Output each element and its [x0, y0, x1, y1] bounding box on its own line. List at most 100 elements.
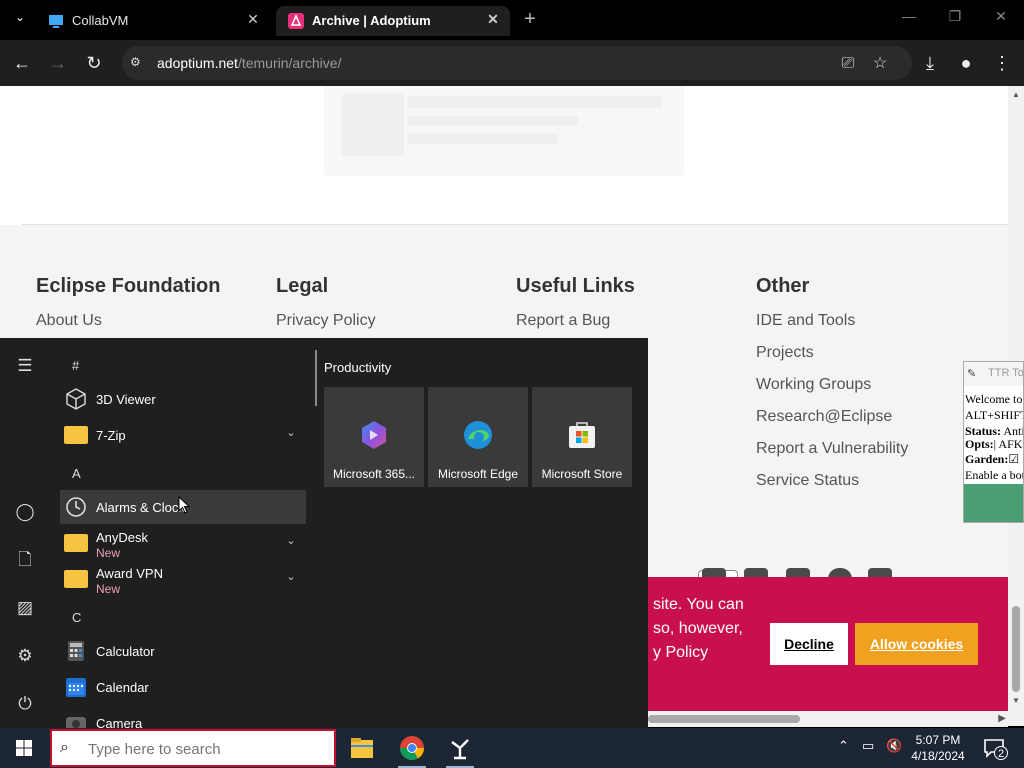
tile-microsoft-365[interactable]: Microsoft 365... [324, 387, 424, 487]
footer-link-report-vulnerability[interactable]: Report a Vulnerability [756, 438, 986, 470]
new-badge: New [96, 582, 121, 596]
allow-cookies-button[interactable]: Allow cookies [855, 623, 978, 665]
adoptium-favicon-icon [288, 13, 304, 29]
install-app-icon[interactable]: ⎚ [838, 54, 858, 74]
forward-arrow-icon[interactable]: → [46, 51, 70, 75]
cookie-consent-banner: site. You can so, however, y Policy Decl… [648, 577, 1008, 711]
search-input[interactable] [88, 738, 328, 760]
scroll-down-arrow-icon[interactable]: ▼ [1012, 696, 1020, 705]
horizontal-scrollbar[interactable]: ▶ [648, 711, 1008, 727]
tile-microsoft-store[interactable]: Microsoft Store [532, 387, 632, 487]
scrollbar-thumb[interactable] [1012, 606, 1020, 692]
settings-gear-icon[interactable]: ⚙ [13, 644, 37, 668]
notification-count-badge: 2 [994, 746, 1008, 760]
taskbar-search-box[interactable]: ⌕ [50, 729, 336, 767]
documents-icon[interactable]: 🗋 [13, 548, 37, 572]
ttr-title-bar[interactable]: ✎ TTR Too [964, 362, 1023, 386]
decline-cookies-button[interactable]: Decline [770, 623, 848, 665]
ttr-enable: Enable a bot [965, 468, 1024, 482]
folder-icon [64, 531, 88, 555]
tab-collabvm[interactable]: CollabVM ✕ [36, 6, 270, 36]
new-badge: New [96, 546, 121, 560]
notification-center-button[interactable]: 2 [982, 736, 1008, 760]
app-calculator[interactable]: Calculator [60, 634, 306, 668]
close-tab-icon[interactable]: ✕ [244, 11, 262, 29]
clock-date: 4/18/2024 [911, 749, 965, 763]
volume-muted-icon[interactable]: 🔇 [886, 738, 902, 754]
taskbar-file-explorer[interactable] [340, 732, 384, 768]
network-icon[interactable]: ▭ [862, 738, 874, 754]
close-tab-icon[interactable]: ✕ [484, 11, 502, 29]
url-text[interactable]: adoptium.net/temurin/archive/ [157, 55, 341, 71]
app-calendar[interactable]: Calendar [60, 670, 306, 704]
pictures-icon[interactable]: ▨ [13, 596, 37, 620]
app-3d-viewer[interactable]: 3D Viewer [60, 382, 306, 416]
ttr-green-bar[interactable] [964, 484, 1023, 522]
taskbar-clock[interactable]: 5:07 PM 4/18/2024 [906, 732, 970, 764]
footer-link-service-status[interactable]: Service Status [756, 470, 986, 502]
chevron-down-icon: ⌄ [286, 571, 296, 583]
collabvm-favicon-icon [49, 15, 63, 28]
ttr-opts: Opts:| AFK T [965, 437, 1023, 451]
close-window-icon[interactable]: ✕ [986, 8, 1016, 30]
power-icon[interactable]: ⏻ [13, 692, 37, 716]
tab-search-chevron-icon[interactable]: ⌄ [8, 10, 32, 30]
ttr-tool-icon [451, 739, 469, 760]
windows-start-button[interactable] [0, 728, 48, 768]
scrollbar-thumb[interactable] [648, 715, 800, 723]
app-anydesk[interactable]: AnyDesk New ⌄ [60, 526, 306, 560]
bookmark-star-icon[interactable]: ☆ [870, 54, 890, 74]
garden-checkbox[interactable]: ☑ [1008, 452, 1019, 466]
app-7-zip[interactable]: 7-Zip ⌄ [60, 418, 306, 452]
group-header-a[interactable]: A [72, 466, 81, 481]
back-arrow-icon[interactable]: ← [10, 51, 34, 75]
restore-icon[interactable]: ❐ [940, 8, 970, 30]
app-list: # 3D Viewer 7-Zip ⌄ A Alarms & Clock Any… [56, 338, 312, 732]
tab-archive-adoptium[interactable]: Archive | Adoptium ✕ [276, 6, 510, 36]
footer-link-ide-tools[interactable]: IDE and Tools [756, 310, 986, 342]
app-list-scrollbar[interactable] [315, 350, 317, 406]
menu-kebab-icon[interactable]: ⋮ [990, 51, 1014, 75]
folder-icon [64, 423, 88, 447]
footer-column-other: Other IDE and Tools Projects Working Gro… [756, 275, 986, 502]
user-account-icon[interactable]: ◯ [13, 500, 37, 524]
file-explorer-icon [351, 738, 373, 758]
footer-link-research[interactable]: Research@Eclipse [756, 406, 986, 438]
footer-link-working-groups[interactable]: Working Groups [756, 374, 986, 406]
browser-tab-bar: ⌄ CollabVM ✕ Archive | Adoptium ✕ + — ❐ … [0, 0, 1024, 40]
tab-title: Archive | Adoptium [312, 13, 431, 28]
scroll-up-arrow-icon[interactable]: ▲ [1012, 90, 1020, 99]
tab-title: CollabVM [72, 13, 129, 28]
taskbar: ⌕ ⌃ ▭ 🔇 5:07 PM 4/18/2024 2 [0, 728, 1024, 768]
footer-link-projects[interactable]: Projects [756, 342, 986, 374]
profile-icon[interactable]: ● [954, 51, 978, 75]
new-tab-button[interactable]: + [518, 8, 542, 32]
minimize-icon[interactable]: — [894, 8, 924, 30]
reload-icon[interactable]: ↻ [82, 51, 106, 75]
cube-icon [66, 388, 86, 410]
ttr-app-icon: ✎ [967, 368, 977, 380]
address-bar[interactable]: ⚙ adoptium.net/temurin/archive/ ⎚ ☆ [122, 46, 912, 80]
chevron-down-icon: ⌄ [286, 427, 296, 439]
screen: ⌄ CollabVM ✕ Archive | Adoptium ✕ + — ❐ … [0, 0, 1024, 768]
footer-heading: Other [756, 275, 810, 297]
site-info-icon[interactable]: ⚙ [130, 55, 146, 71]
download-icon[interactable]: ⤓ [918, 51, 942, 75]
taskbar-chrome[interactable] [390, 732, 434, 768]
hamburger-menu-icon[interactable]: ☰ [13, 354, 37, 378]
start-left-rail: ☰ ◯ 🗋 ▨ ⚙ ⏻ [0, 338, 50, 728]
ttr-hotkey: ALT+SHIFT+ [965, 408, 1023, 422]
show-hidden-icons-chevron-icon[interactable]: ⌃ [838, 738, 849, 754]
taskbar-ttr-tool[interactable] [438, 732, 482, 768]
tile-microsoft-edge[interactable]: Microsoft Edge [428, 387, 528, 487]
group-header-hash[interactable]: # [72, 358, 79, 373]
ttr-welcome: Welcome to [965, 392, 1023, 406]
ttr-tool-window[interactable]: ✎ TTR Too Welcome to ALT+SHIFT+ Status: … [963, 361, 1024, 523]
scroll-right-arrow-icon[interactable]: ▶ [998, 711, 1006, 727]
calculator-icon [68, 641, 84, 661]
cookie-message: site. You can so, however, y Policy [653, 596, 744, 661]
footer-column-eclipse: Eclipse Foundation About Us [36, 275, 266, 342]
tiles-group-heading[interactable]: Productivity [324, 360, 391, 375]
group-header-c[interactable]: C [72, 610, 81, 625]
app-award-vpn[interactable]: Award VPN New ⌄ [60, 562, 306, 596]
